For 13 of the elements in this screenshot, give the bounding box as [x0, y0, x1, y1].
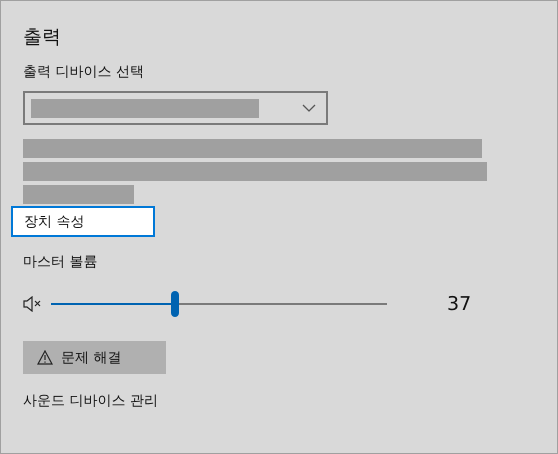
device-dropdown[interactable] [23, 91, 328, 125]
troubleshoot-button[interactable]: 문제 해결 [23, 341, 166, 374]
device-properties-link[interactable]: 장치 속성 [11, 206, 155, 237]
section-heading: 출력 [23, 25, 62, 49]
volume-value: 37 [447, 293, 472, 315]
volume-label: 마스터 볼륨 [23, 253, 98, 271]
slider-thumb[interactable] [171, 291, 180, 317]
chevron-down-icon [302, 104, 316, 112]
warning-icon [37, 350, 53, 365]
muted-speaker-icon[interactable] [23, 296, 43, 312]
volume-slider[interactable] [51, 291, 387, 317]
manage-devices-link[interactable]: 사운드 디바이스 관리 [23, 392, 557, 410]
field-label: 출력 디바이스 선택 [23, 63, 145, 81]
